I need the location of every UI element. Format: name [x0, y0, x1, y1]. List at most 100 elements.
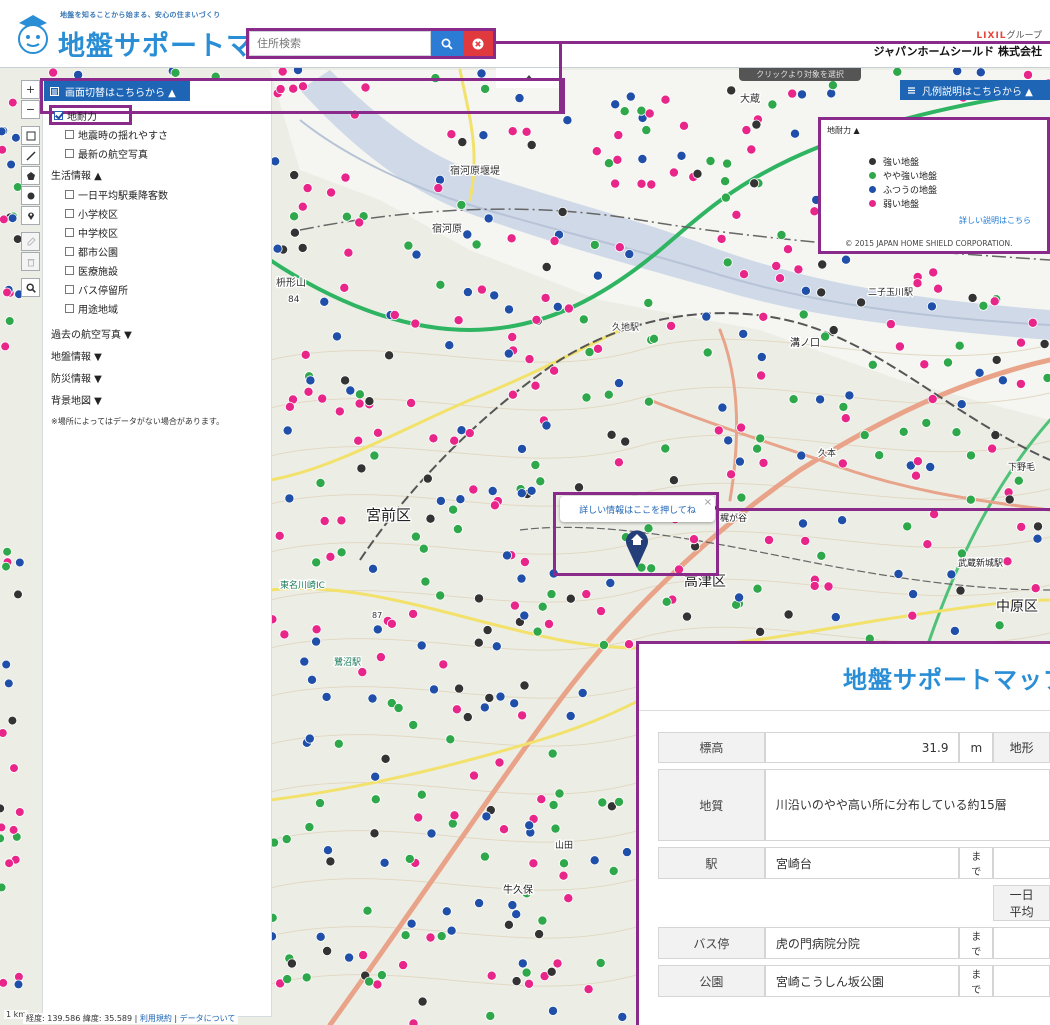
legend-list: 強い地盤 やや強い地盤 ふつうの地盤 弱い地盤: [869, 154, 937, 210]
section-past-aerial[interactable]: 過去の航空写真 ▼: [51, 322, 271, 344]
strength-dot: [2, 546, 12, 557]
checkbox-checked[interactable]: [54, 110, 63, 120]
location-marker-icon[interactable]: [625, 527, 649, 569]
legend-header[interactable]: 地耐力 ▲: [827, 125, 860, 136]
strength-dot: [452, 524, 463, 535]
strength-dot: [408, 720, 419, 731]
strength-dot: [943, 357, 954, 368]
strength-dot: [425, 932, 436, 943]
checkbox[interactable]: [65, 228, 74, 237]
strength-dot: [815, 394, 826, 405]
checkbox[interactable]: [65, 266, 74, 275]
strength-dot: [456, 199, 467, 210]
checkbox[interactable]: [65, 190, 74, 199]
strength-dot: [598, 640, 609, 651]
checkbox[interactable]: [65, 209, 74, 218]
strength-dot: [608, 866, 619, 877]
section-ground-info[interactable]: 地盤情報 ▼: [51, 344, 271, 366]
popup-close-icon[interactable]: ×: [704, 497, 712, 508]
layer-item-zoning[interactable]: 用途地域: [51, 299, 271, 318]
strength-dot: [841, 254, 852, 265]
strength-dot: [537, 601, 548, 612]
legend-detail-link[interactable]: 詳しい説明はこちら: [959, 215, 1031, 226]
strength-dot: [605, 578, 616, 589]
info-popup[interactable]: 詳しい情報はここを押してね ×: [560, 496, 715, 522]
strength-dot: [565, 593, 576, 604]
strength-dot: [315, 477, 326, 488]
checkbox[interactable]: [65, 247, 74, 256]
strength-dot: [2, 287, 12, 298]
strength-dot: [274, 530, 285, 541]
row-label: [658, 885, 765, 921]
zoom-in-button[interactable]: +: [21, 80, 40, 99]
strength-dot: [449, 810, 460, 821]
strength-dot: [713, 425, 724, 436]
checkbox[interactable]: [65, 285, 74, 294]
layer-item-parks[interactable]: 都市公園: [51, 242, 271, 261]
legend-toggle-button[interactable]: 凡例説明はこちらから ▲: [900, 80, 1050, 100]
strength-dot: [563, 303, 574, 314]
search-input[interactable]: [249, 31, 431, 56]
terms-link[interactable]: 利用規約: [140, 1014, 172, 1023]
polygon-tool-button[interactable]: [21, 166, 40, 185]
layer-item-earthquake[interactable]: 地震時の揺れやすさ: [51, 125, 271, 144]
strength-dot: [353, 435, 364, 446]
strength-dot: [557, 206, 568, 217]
geology-value: 川沿いのやや高い所に分布している約15層: [764, 769, 1050, 841]
search-collapse-toggle[interactable]: [496, 68, 562, 88]
search-button[interactable]: [431, 31, 463, 56]
circle-tool-button[interactable]: [21, 186, 40, 205]
section-disaster-info[interactable]: 防災情報 ▼: [51, 366, 271, 388]
map-label-kuji: 久地駅: [612, 321, 639, 333]
center-target-button[interactable]: クリックより対象を選択: [739, 68, 861, 81]
strength-dot: [668, 475, 679, 486]
checkbox[interactable]: [65, 304, 74, 313]
strength-dot: [528, 858, 539, 869]
checkbox[interactable]: [65, 149, 74, 158]
strength-dot: [956, 399, 967, 410]
normal-dot-icon: [869, 185, 876, 193]
strength-dot: [306, 674, 317, 685]
zoom-out-button[interactable]: −: [21, 100, 40, 119]
strength-dot: [548, 1005, 559, 1016]
section-background-map[interactable]: 背景地図 ▼: [51, 388, 271, 410]
park-value: 宮崎こうしん坂公園: [764, 965, 960, 997]
section-life-info[interactable]: 生活情報 ▲: [51, 163, 271, 185]
layer-item-station-passengers[interactable]: 一日平均駅乗降客数: [51, 185, 271, 204]
search-icon: [441, 38, 453, 50]
rectangle-tool-button[interactable]: [21, 126, 40, 145]
search-map-button[interactable]: [21, 278, 40, 297]
strength-dot: [297, 81, 308, 92]
table-row: 公園 宮崎こうしん坂公園 まで: [658, 965, 1050, 997]
strength-dot: [550, 823, 561, 834]
strength-dot: [726, 469, 737, 480]
layer-item-aerial[interactable]: 最新の航空写真: [51, 144, 271, 163]
marker-tool-button[interactable]: [21, 206, 40, 225]
row-label: バス停: [658, 927, 765, 959]
layer-switch-button[interactable]: 画面切替はこちらから ▲: [44, 81, 190, 101]
strength-dot: [994, 620, 1005, 631]
delete-button[interactable]: [21, 252, 40, 271]
layer-item-bus-stops[interactable]: バス停留所: [51, 280, 271, 299]
strength-dot: [997, 375, 1008, 386]
checkbox[interactable]: [65, 130, 74, 139]
strength-dot: [921, 417, 932, 428]
strength-dot: [473, 593, 484, 604]
layer-item-bearing-capacity[interactable]: 地耐力: [49, 105, 132, 125]
row-label: 地質: [658, 769, 765, 841]
strength-dot: [541, 420, 552, 431]
layer-item-elementary[interactable]: 小学校区: [51, 204, 271, 223]
data-about-link[interactable]: データについて: [180, 1014, 236, 1023]
strength-dot: [614, 378, 625, 389]
strength-dot: [746, 144, 757, 155]
edit-button[interactable]: [21, 232, 40, 251]
strength-dot: [0, 728, 8, 738]
clear-search-button[interactable]: [463, 31, 493, 56]
strength-dot: [289, 227, 300, 238]
layer-item-medical[interactable]: 医療施設: [51, 261, 271, 280]
coords-text: 経度: 139.586 緯度: 35.589 |: [26, 1014, 138, 1023]
line-tool-button[interactable]: [21, 146, 40, 165]
layer-item-junior-high[interactable]: 中学校区: [51, 223, 271, 242]
strength-dot: [503, 304, 514, 315]
strength-dot: [583, 984, 594, 995]
